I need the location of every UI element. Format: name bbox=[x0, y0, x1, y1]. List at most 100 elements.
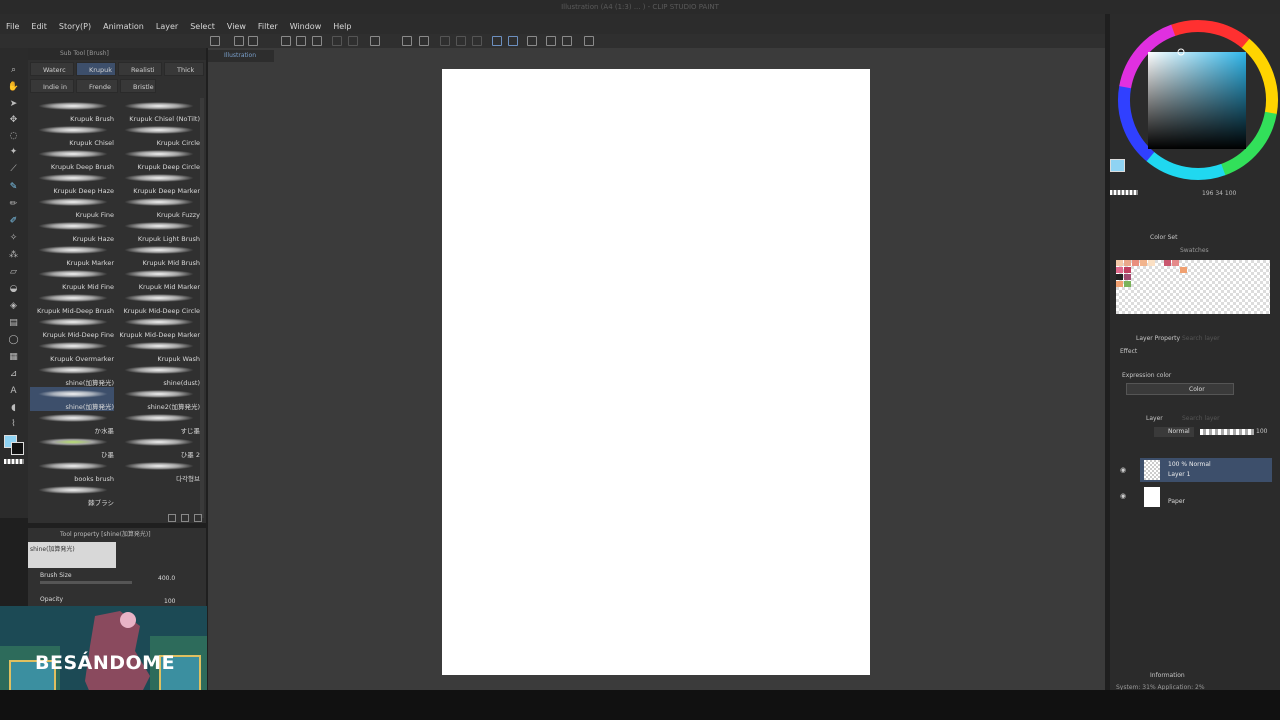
brush-item[interactable]: Krupuk Deep Haze bbox=[30, 171, 114, 195]
layer-property-tab-2[interactable]: Search layer bbox=[1182, 334, 1220, 344]
brush-item[interactable]: Krupuk Overmarker bbox=[30, 339, 114, 363]
eraser-icon[interactable]: ▱ bbox=[7, 266, 20, 278]
ruler-icon[interactable] bbox=[584, 36, 594, 46]
new-icon[interactable] bbox=[210, 36, 220, 46]
subtool-tab-frende[interactable]: Frende bbox=[76, 79, 118, 93]
invert-selection-icon[interactable] bbox=[472, 36, 482, 46]
crop-icon[interactable] bbox=[419, 36, 429, 46]
text-tool-icon[interactable]: A bbox=[7, 385, 20, 397]
balloon-tool-icon[interactable]: ◖ bbox=[7, 402, 20, 414]
layer-search-tab[interactable]: Search layer bbox=[1182, 414, 1220, 424]
brush-item[interactable]: Krupuk Marker bbox=[30, 243, 114, 267]
information-tab[interactable]: Information bbox=[1150, 671, 1185, 681]
blend-mode-select[interactable]: Normal bbox=[1154, 427, 1194, 437]
lasso-tool-icon[interactable]: ◌ bbox=[7, 130, 20, 142]
brush-item[interactable]: shine(加算発光) bbox=[30, 387, 114, 411]
brush-item[interactable]: Krupuk Circle bbox=[116, 123, 200, 147]
clear-icon[interactable] bbox=[370, 36, 380, 46]
brush-item[interactable]: Krupuk Mid Brush bbox=[116, 243, 200, 267]
redo-icon[interactable] bbox=[348, 36, 358, 46]
open-icon[interactable] bbox=[234, 36, 244, 46]
eyedropper-icon[interactable]: ⟋ bbox=[7, 163, 20, 175]
brush-item[interactable]: Krupuk Mid-Deep Marker bbox=[116, 315, 200, 339]
brush-item[interactable]: shine(dust) bbox=[116, 363, 200, 387]
colorset-name[interactable]: Swatches bbox=[1180, 246, 1209, 256]
ruler-tool-icon[interactable]: ⊿ bbox=[7, 368, 20, 380]
document-tab[interactable]: Illustration bbox=[208, 50, 274, 62]
rotate-icon[interactable] bbox=[546, 36, 556, 46]
subtool-tab-indie[interactable]: Indie in bbox=[30, 79, 74, 93]
subtool-tab-thick[interactable]: Thick bbox=[164, 62, 204, 76]
paste-icon[interactable] bbox=[296, 36, 306, 46]
auto-select-icon[interactable]: ✦ bbox=[7, 146, 20, 158]
layer-row-paper[interactable]: Paper bbox=[1140, 485, 1272, 509]
zoom-tool-icon[interactable]: ⌕ bbox=[7, 64, 20, 76]
brush-item[interactable]: Krupuk Deep Circle bbox=[116, 147, 200, 171]
subtool-delete-icon[interactable] bbox=[194, 514, 202, 522]
figure-tool-icon[interactable]: ◯ bbox=[7, 334, 20, 346]
subtool-settings-icon[interactable] bbox=[168, 514, 176, 522]
color-main-chip[interactable] bbox=[1110, 159, 1125, 172]
select-all-icon[interactable] bbox=[440, 36, 450, 46]
frame-tool-icon[interactable]: ▦ bbox=[7, 351, 20, 363]
snap-grid-icon[interactable] bbox=[508, 36, 518, 46]
brush-item[interactable]: Krupuk Mid-Deep Brush bbox=[30, 291, 114, 315]
brush-size-slider[interactable] bbox=[40, 581, 132, 584]
deselect-icon[interactable] bbox=[456, 36, 466, 46]
brush-item[interactable]: ひ墨 bbox=[30, 435, 114, 459]
expression-color-select[interactable]: Color bbox=[1126, 383, 1234, 395]
blend-tool-icon[interactable]: ◒ bbox=[7, 283, 20, 295]
colorset-swatches[interactable] bbox=[1116, 260, 1270, 314]
color-transparent-chip[interactable] bbox=[1110, 190, 1138, 195]
brush-item[interactable]: ひ墨 2 bbox=[116, 435, 200, 459]
brush-item[interactable]: Krupuk Light Brush bbox=[116, 219, 200, 243]
airbrush-icon[interactable]: ✧ bbox=[7, 232, 20, 244]
layer-property-tab[interactable]: Layer Property bbox=[1136, 334, 1180, 344]
hand-tool-icon[interactable]: ✋ bbox=[7, 81, 20, 93]
layer-opacity-slider[interactable] bbox=[1200, 429, 1254, 435]
brush-item[interactable]: Krupuk Fuzzy bbox=[116, 195, 200, 219]
correct-line-icon[interactable]: ⌇ bbox=[7, 418, 20, 430]
save-icon[interactable] bbox=[248, 36, 258, 46]
brush-item[interactable]: Krupuk Deep Marker bbox=[116, 171, 200, 195]
brush-item[interactable]: books brush bbox=[30, 459, 114, 483]
subtool-copy-icon[interactable] bbox=[181, 514, 189, 522]
color-wheel[interactable] bbox=[1110, 14, 1280, 199]
pen-tool-icon[interactable]: ✎ bbox=[7, 181, 20, 193]
brush-item[interactable]: Krupuk Mid-Deep Circle bbox=[116, 291, 200, 315]
brush-item[interactable]: Krupuk Chisel bbox=[30, 123, 114, 147]
eye-icon[interactable]: ◉ bbox=[1120, 492, 1126, 500]
brush-size-value[interactable]: 400.0 bbox=[158, 575, 175, 582]
layer-opacity-value[interactable]: 100 bbox=[1256, 427, 1267, 437]
layer-row-layer1[interactable]: 100 % Normal Layer 1 bbox=[1140, 458, 1272, 482]
colorset-tab[interactable]: Color Set bbox=[1150, 233, 1177, 243]
brush-item[interactable]: Krupuk Mid Fine bbox=[30, 267, 114, 291]
brush-item[interactable]: Krupuk Haze bbox=[30, 219, 114, 243]
operation-tool-icon[interactable]: ➤ bbox=[7, 98, 20, 110]
subtool-tab-bristle[interactable]: Bristle bbox=[120, 79, 156, 93]
gradient-tool-icon[interactable]: ▤ bbox=[7, 317, 20, 329]
layer-tab[interactable]: Layer bbox=[1146, 414, 1163, 424]
move-tool-icon[interactable]: ✥ bbox=[7, 114, 20, 126]
brush-item[interactable]: か水墨 bbox=[30, 411, 114, 435]
subtool-tab-waterc[interactable]: Waterc bbox=[30, 62, 74, 76]
brush-list-scrollbar[interactable] bbox=[200, 98, 204, 518]
brush-item[interactable]: Krupuk Wash bbox=[116, 339, 200, 363]
brush-item[interactable]: Krupuk Deep Brush bbox=[30, 147, 114, 171]
subtool-tab-realisti[interactable]: Realisti bbox=[118, 62, 162, 76]
transparent-color-swatch[interactable] bbox=[4, 459, 24, 464]
undo-icon[interactable] bbox=[332, 36, 342, 46]
brush-item[interactable]: Krupuk Mid-Deep Fine bbox=[30, 315, 114, 339]
canvas-paper[interactable] bbox=[442, 69, 870, 675]
fill-tool-icon[interactable]: ◈ bbox=[7, 300, 20, 312]
decoration-tool-icon[interactable]: ⁂ bbox=[7, 249, 20, 261]
brush-tool-icon[interactable]: ✐ bbox=[7, 215, 20, 227]
snap-ruler-icon[interactable] bbox=[492, 36, 502, 46]
brush-item[interactable]: Krupuk Chisel (NoTilt) bbox=[116, 99, 200, 123]
brush-item[interactable]: shine(加算発光) bbox=[30, 363, 114, 387]
cut-icon[interactable] bbox=[312, 36, 322, 46]
subtool-tab-krupuk[interactable]: Krupuk bbox=[76, 62, 116, 76]
brush-item[interactable]: すじ墨 bbox=[116, 411, 200, 435]
brush-item[interactable]: 다각형브 bbox=[116, 459, 200, 483]
brush-item[interactable]: Krupuk Mid Marker bbox=[116, 267, 200, 291]
